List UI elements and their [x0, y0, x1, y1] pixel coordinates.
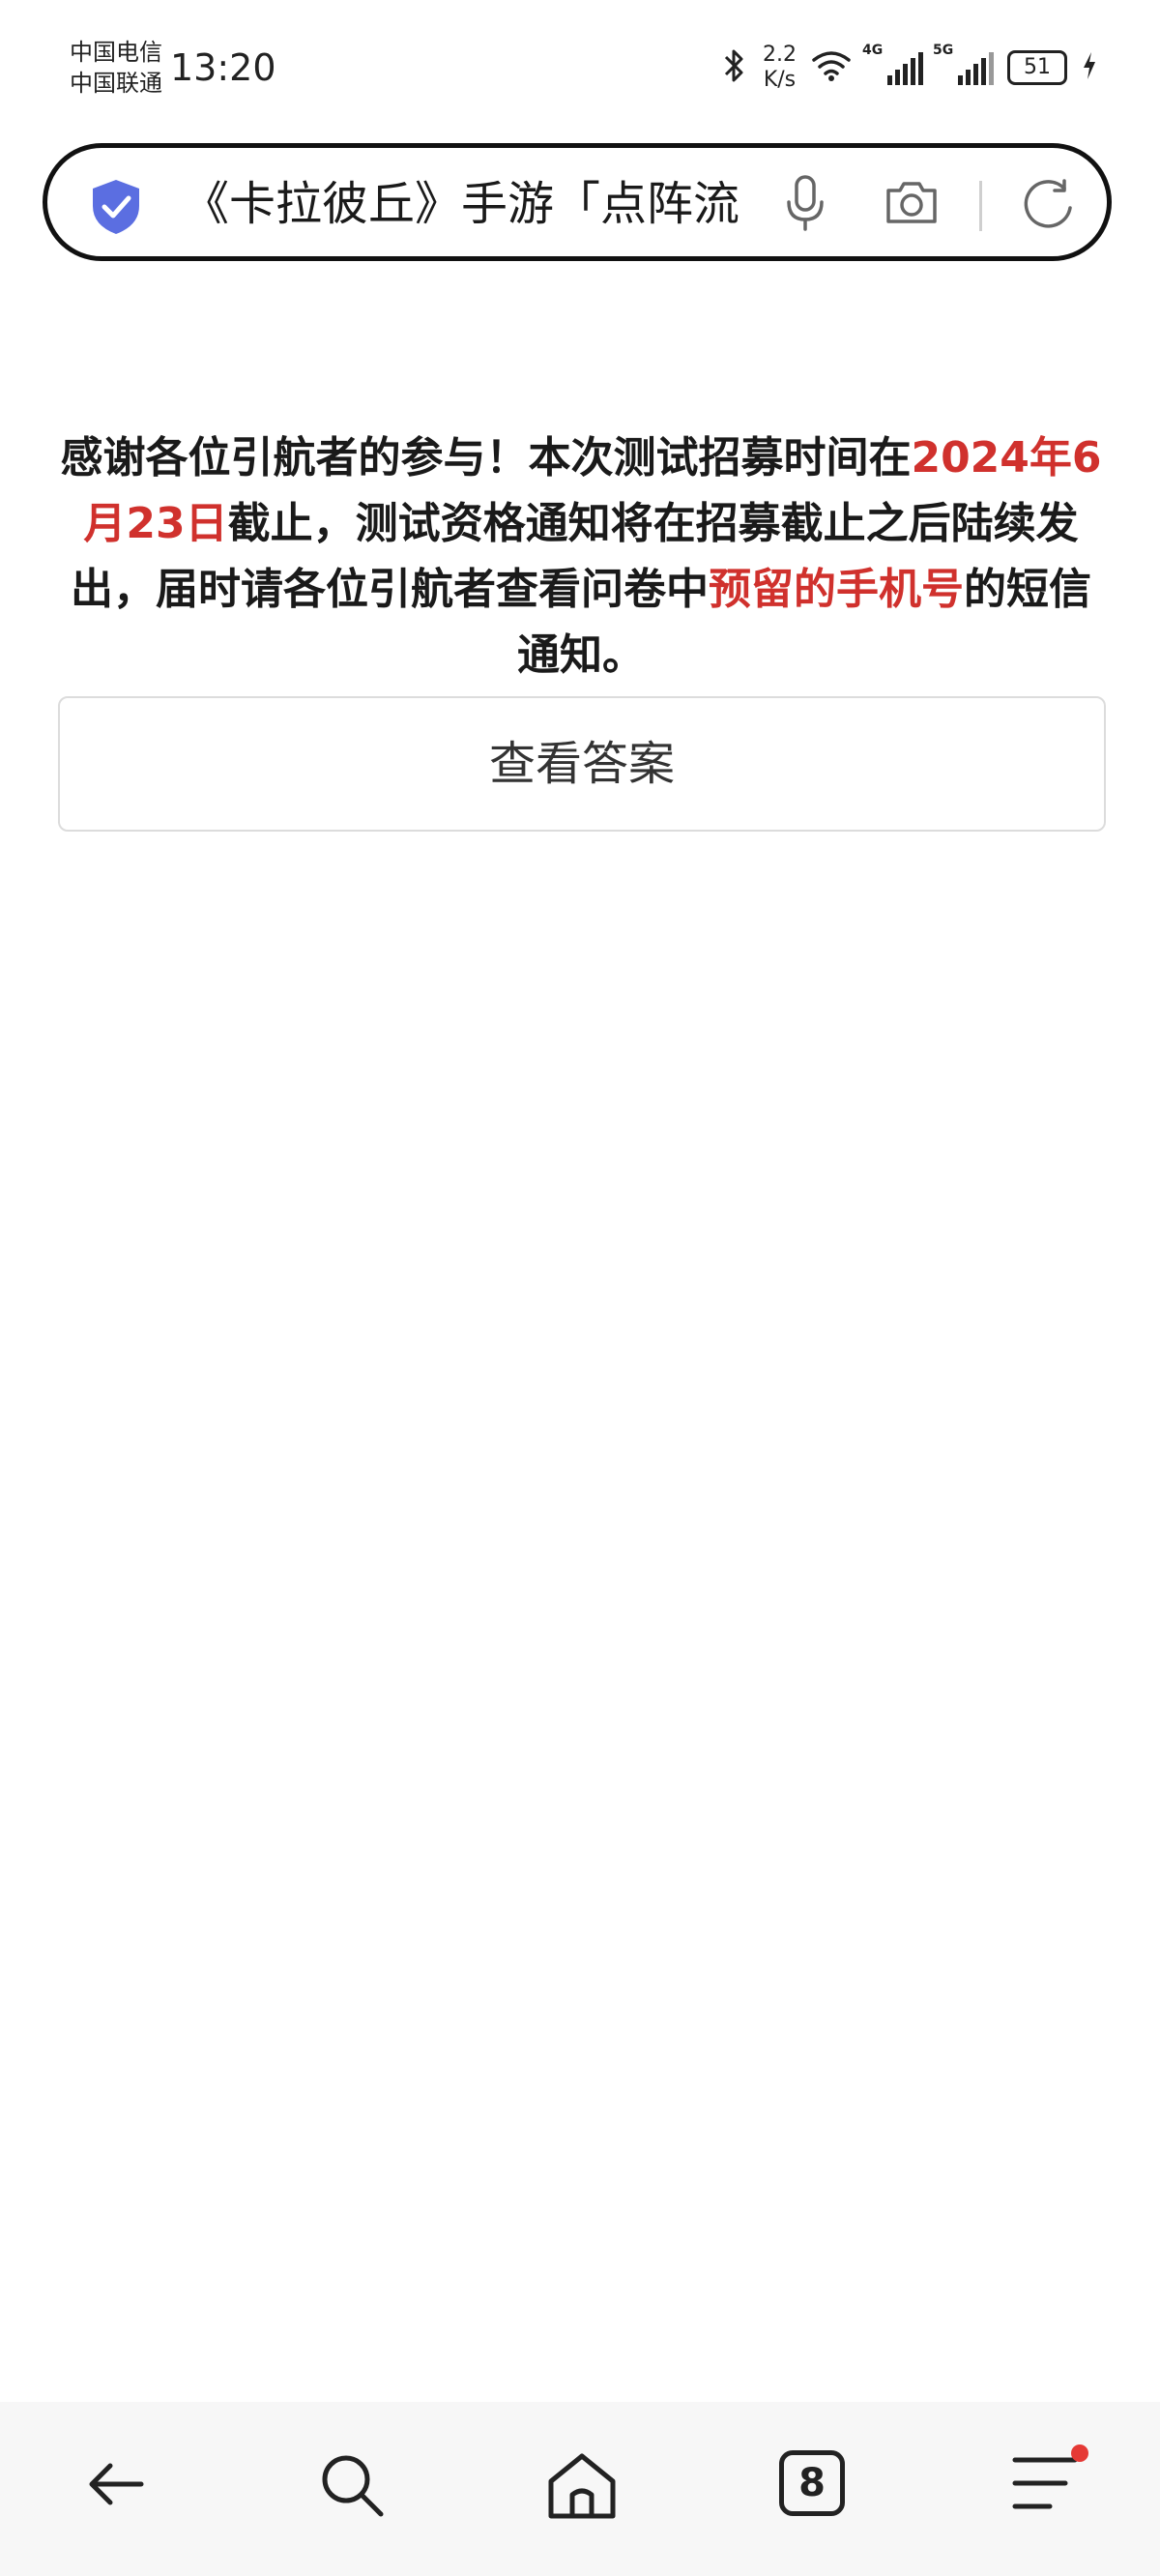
signal-strength-4g: 4G	[862, 43, 923, 85]
network-speed-unit: K/s	[763, 68, 797, 92]
signal-strength-5g: 5G	[933, 43, 994, 85]
clock: 13:20	[170, 46, 276, 89]
signal-label-4g: 4G	[862, 43, 884, 58]
microphone-icon[interactable]	[782, 173, 828, 239]
recruitment-notice: 感谢各位引航者的参与！本次测试招募时间在2024年6月23日截止，测试资格通知将…	[54, 425, 1108, 688]
menu-icon[interactable]	[1011, 2454, 1079, 2520]
home-icon[interactable]	[545, 2450, 619, 2524]
network-speed-value: 2.2	[763, 43, 797, 67]
address-bar-divider	[979, 181, 982, 231]
status-icons: 2.2 K/s 4G 5G 51	[720, 39, 1098, 97]
address-bar[interactable]: 《卡拉彼丘》手游「点阵流	[43, 143, 1112, 261]
carrier-2: 中国联通	[70, 70, 162, 97]
search-icon[interactable]	[317, 2450, 387, 2524]
network-speed: 2.2 K/s	[763, 43, 797, 93]
menu-notification-dot	[1071, 2444, 1088, 2462]
reload-icon[interactable]	[1020, 175, 1078, 237]
tabs-button[interactable]: 8	[779, 2450, 845, 2516]
carrier-names: 中国电信 中国联通	[70, 37, 162, 99]
notice-text-part-1: 感谢各位引航者的参与！本次测试招募时间在	[60, 433, 912, 483]
view-answers-button[interactable]: 查看答案	[58, 696, 1106, 832]
wifi-icon	[810, 48, 853, 87]
signal-label-5g: 5G	[933, 43, 954, 58]
url-text[interactable]: 《卡拉彼丘》手游「点阵流	[183, 175, 782, 233]
bottom-navigation-bar: 8	[0, 2402, 1160, 2576]
battery-icon: 51	[1007, 50, 1067, 85]
back-arrow-icon[interactable]	[83, 2450, 151, 2522]
carrier-1: 中国电信	[70, 39, 162, 66]
camera-icon[interactable]	[883, 175, 941, 233]
notice-phone-highlight: 预留的手机号	[709, 565, 964, 614]
security-shield-icon[interactable]	[88, 177, 144, 241]
bluetooth-icon	[720, 46, 749, 89]
tab-count-badge: 8	[779, 2450, 845, 2516]
charging-bolt-icon	[1081, 50, 1098, 85]
status-bar: 中国电信 中国联通 13:20 2.2 K/s 4G 5G 51	[0, 0, 1160, 135]
